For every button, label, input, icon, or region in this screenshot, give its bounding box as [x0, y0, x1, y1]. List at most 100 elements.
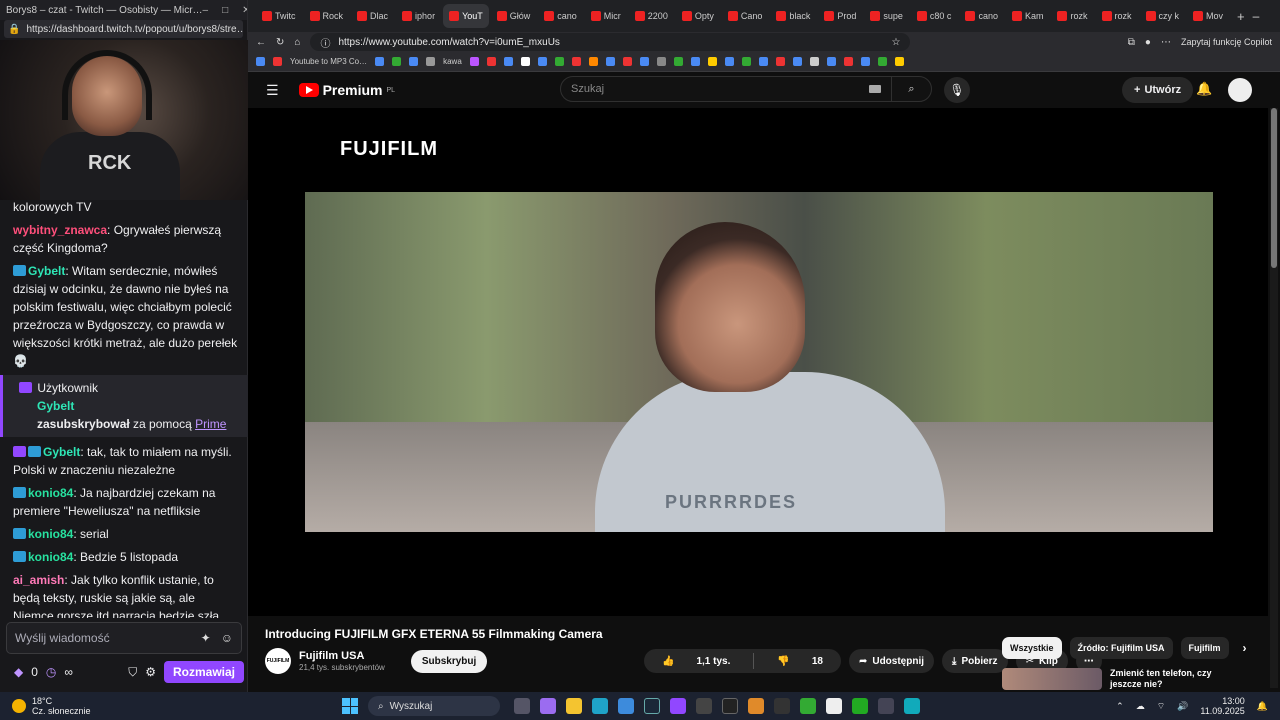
- bookmark-icon[interactable]: [571, 57, 581, 66]
- favorite-icon[interactable]: ☆: [891, 37, 900, 48]
- search-input[interactable]: Szukaj ⌕: [560, 76, 932, 102]
- subscribe-button[interactable]: Subskrybuj: [410, 649, 488, 673]
- bookmark-icon[interactable]: [520, 57, 530, 66]
- bookmark-icon[interactable]: [469, 57, 479, 66]
- keyboard-icon[interactable]: [869, 85, 881, 93]
- browser-tab[interactable]: cano: [959, 4, 1004, 28]
- youtube-logo[interactable]: Premium PL: [298, 82, 395, 98]
- minimize-icon[interactable]: –: [203, 5, 209, 16]
- gear-icon[interactable]: ⚙: [145, 665, 156, 679]
- vip-badge-icon[interactable]: [13, 446, 26, 457]
- chip-source[interactable]: Źródło: Fujifilm USA: [1069, 637, 1173, 659]
- prime-link[interactable]: Prime: [195, 417, 226, 431]
- subscriber-badge-icon[interactable]: [13, 487, 26, 498]
- maps-icon[interactable]: [696, 698, 712, 714]
- chat-username[interactable]: konio84: [28, 550, 73, 564]
- recommended-thumbnail[interactable]: [1002, 668, 1102, 690]
- bookmark-icon[interactable]: [656, 57, 666, 66]
- user-avatar[interactable]: [1228, 78, 1252, 102]
- browser-tab[interactable]: 2200: [629, 4, 674, 28]
- bookmark-icon[interactable]: [792, 57, 802, 66]
- bookmark-icon[interactable]: [639, 57, 649, 66]
- browser-tab[interactable]: Dlac: [351, 4, 394, 28]
- meta-icon[interactable]: [774, 698, 790, 714]
- bookmark-icon[interactable]: [426, 57, 436, 66]
- bookmark-icon[interactable]: [775, 57, 785, 66]
- bookmark-icon[interactable]: [392, 57, 402, 66]
- terminal-icon[interactable]: [722, 698, 738, 714]
- steam-icon[interactable]: [644, 698, 660, 714]
- chat-username[interactable]: ai_amish: [13, 573, 64, 587]
- voice-search-button[interactable]: 🎙: [944, 77, 970, 103]
- bookmark-icon[interactable]: [605, 57, 615, 66]
- bookmark-icon[interactable]: [486, 57, 496, 66]
- bookmark-icon[interactable]: [741, 57, 751, 66]
- bookmark-icon[interactable]: [375, 57, 385, 66]
- extensions-icon[interactable]: ⧉: [1128, 37, 1135, 48]
- bookmark-icon[interactable]: [256, 57, 265, 66]
- copilot-button[interactable]: Zapytaj funkcję Copilot: [1181, 37, 1272, 47]
- app-icon[interactable]: [904, 698, 920, 714]
- close-icon[interactable]: ✕: [242, 5, 247, 16]
- dislike-button[interactable]: 👎 18: [759, 649, 841, 673]
- bookmark-icon[interactable]: [809, 57, 819, 66]
- shield-icon[interactable]: ⛉: [128, 665, 137, 680]
- bookmark-icon[interactable]: [894, 57, 904, 66]
- minimize-icon[interactable]: –: [1253, 9, 1260, 23]
- bookmark-icon[interactable]: [503, 57, 513, 66]
- bookmark-icon[interactable]: [860, 57, 870, 66]
- bookmark-mp3[interactable]: Youtube to MP3 Co…: [290, 57, 367, 66]
- bookmark-icon[interactable]: [826, 57, 836, 66]
- file-explorer-icon[interactable]: [566, 698, 582, 714]
- browser-tab[interactable]: Głów: [491, 4, 537, 28]
- copilot-app-icon[interactable]: [540, 698, 556, 714]
- browser-tab[interactable]: Twitc: [256, 4, 302, 28]
- app-icon[interactable]: [852, 698, 868, 714]
- subscriber-badge-icon[interactable]: [28, 446, 41, 457]
- create-button[interactable]: + Utwórz: [1122, 77, 1194, 103]
- bookmark-icon[interactable]: [877, 57, 887, 66]
- like-button[interactable]: 👍 1,1 tys.: [644, 649, 748, 673]
- timer-icon[interactable]: ◷: [46, 665, 56, 679]
- channel-points-icon[interactable]: ◆: [14, 665, 23, 679]
- chat-send-button[interactable]: Rozmawiaj: [163, 661, 244, 683]
- download-button[interactable]: ⤓ Pobierz: [942, 649, 1008, 673]
- chip-fujifilm[interactable]: Fujifilm: [1180, 637, 1229, 659]
- sub-notice-user[interactable]: Gybelt: [37, 399, 74, 413]
- app-icon[interactable]: [878, 698, 894, 714]
- browser-tab[interactable]: black: [770, 4, 816, 28]
- bookmark-icon[interactable]: [622, 57, 632, 66]
- recommended-title[interactable]: Zmienić ten telefon, czy jeszcze nie?: [1110, 668, 1240, 690]
- app-icon[interactable]: [748, 698, 764, 714]
- browser-tab[interactable]: Kam: [1006, 4, 1050, 28]
- emote-icon[interactable]: ☺: [221, 631, 233, 645]
- video-player[interactable]: FUJIFILM PURRRRDES: [248, 108, 1268, 616]
- browser-tab[interactable]: YouT: [443, 4, 489, 28]
- bookmark-icon[interactable]: [588, 57, 598, 66]
- sparkle-icon[interactable]: ✦: [201, 631, 211, 645]
- browser-tab[interactable]: Micr: [585, 4, 627, 28]
- start-button[interactable]: [342, 698, 358, 714]
- bookmark-icon[interactable]: [673, 57, 683, 66]
- bookmark-icon[interactable]: [554, 57, 564, 66]
- chevron-right-icon[interactable]: ›: [1237, 637, 1253, 659]
- address-bar[interactable]: ⓘ https://www.youtube.com/watch?v=i0umE_…: [310, 33, 911, 51]
- channel-avatar[interactable]: FUJIFILM: [265, 648, 291, 674]
- bookmark-icon[interactable]: [843, 57, 853, 66]
- twitch-app-icon[interactable]: [670, 698, 686, 714]
- app-icon[interactable]: [826, 698, 842, 714]
- browser-tab[interactable]: cano: [538, 4, 583, 28]
- chip-all[interactable]: Wszystkie: [1002, 637, 1062, 659]
- maximize-icon[interactable]: □: [222, 5, 228, 16]
- bookmark-kawa[interactable]: kawa: [443, 57, 462, 66]
- bell-icon[interactable]: 🔔: [1196, 81, 1212, 97]
- new-tab-icon[interactable]: +: [1231, 9, 1251, 24]
- network-icon[interactable]: ⌔: [1157, 701, 1165, 712]
- bookmark-icon[interactable]: [724, 57, 734, 66]
- search-button[interactable]: ⌕: [891, 77, 931, 101]
- profile-icon[interactable]: ●: [1145, 37, 1151, 48]
- subscriber-badge-icon[interactable]: [13, 265, 26, 276]
- bookmark-icon[interactable]: [273, 57, 282, 66]
- home-icon[interactable]: ⌂: [294, 37, 300, 48]
- menu-icon[interactable]: ☰: [266, 82, 279, 99]
